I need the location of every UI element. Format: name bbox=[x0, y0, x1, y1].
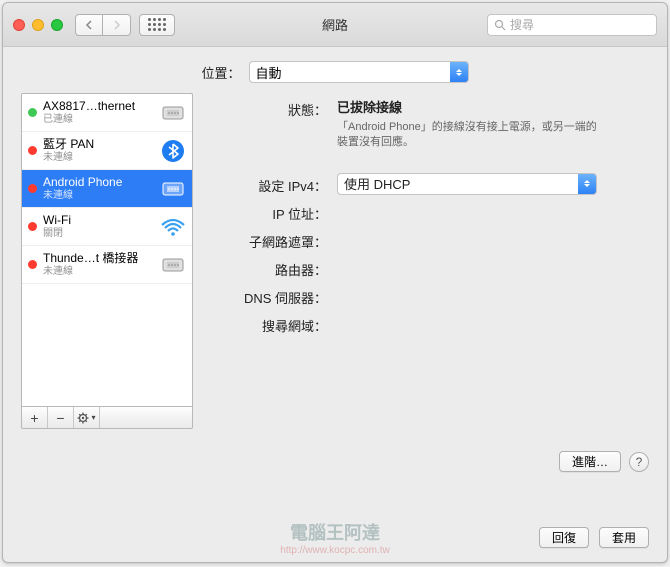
search-icon bbox=[494, 19, 506, 31]
watermark: 電腦王阿達 http://www.kocpc.com.tw bbox=[280, 519, 389, 556]
sidebar-item-thunderbolt-bridge[interactable]: Thunde…t 橋接器 未連線 bbox=[22, 246, 192, 284]
remove-interface-button[interactable]: − bbox=[48, 407, 74, 428]
main-area: AX8817…thernet 已連線 藍牙 PAN 未連線 bbox=[3, 93, 667, 429]
status-dot-icon bbox=[28, 108, 37, 117]
network-prefs-window: 網路 搜尋 位置： 自動 AX8817…thernet 已連線 bbox=[2, 2, 668, 563]
ethernet-icon bbox=[160, 252, 186, 278]
ethernet-icon bbox=[160, 176, 186, 202]
forward-button[interactable] bbox=[103, 14, 131, 36]
chevron-updown-icon bbox=[450, 62, 468, 82]
sidebar-item-ax8817[interactable]: AX8817…thernet 已連線 bbox=[22, 94, 192, 132]
revert-button[interactable]: 回復 bbox=[539, 527, 589, 548]
search-input[interactable]: 搜尋 bbox=[487, 14, 657, 36]
actions-menu-button[interactable] bbox=[74, 407, 100, 428]
close-icon[interactable] bbox=[13, 19, 25, 31]
nav-back-forward bbox=[75, 14, 131, 36]
advanced-button[interactable]: 進階… bbox=[559, 451, 621, 472]
ipv4-label: 設定 IPv4： bbox=[207, 173, 337, 195]
subnet-label: 子網路遮罩： bbox=[207, 229, 337, 251]
sidebar-item-bluetooth-pan[interactable]: 藍牙 PAN 未連線 bbox=[22, 132, 192, 170]
status-description: 「Android Phone」的接線沒有接上電源，或另一端的裝置沒有回應。 bbox=[337, 120, 597, 151]
location-row: 位置： 自動 bbox=[3, 47, 667, 93]
advanced-row: 進階… ? bbox=[3, 451, 667, 472]
ip-address-label: IP 位址： bbox=[207, 201, 337, 223]
location-label: 位置： bbox=[201, 63, 240, 82]
router-label: 路由器： bbox=[207, 257, 337, 279]
status-dot-icon bbox=[28, 260, 37, 269]
interface-list: AX8817…thernet 已連線 藍牙 PAN 未連線 bbox=[21, 93, 193, 407]
show-all-button[interactable] bbox=[139, 14, 175, 36]
location-select[interactable]: 自動 bbox=[249, 61, 469, 83]
sidebar-item-wifi[interactable]: Wi-Fi 關閉 bbox=[22, 208, 192, 246]
minimize-icon[interactable] bbox=[32, 19, 44, 31]
chevron-updown-icon bbox=[578, 174, 596, 194]
bluetooth-icon bbox=[160, 138, 186, 164]
status-dot-icon bbox=[28, 146, 37, 155]
ethernet-icon bbox=[160, 100, 186, 126]
status-value: 已拔除接線 bbox=[337, 97, 649, 116]
details-column: 狀態： 已拔除接線 「Android Phone」的接線沒有接上電源，或另一端的… bbox=[207, 93, 649, 429]
sidebar-footer: + − bbox=[21, 407, 193, 429]
apply-button[interactable]: 套用 bbox=[599, 527, 649, 548]
search-domain-label: 搜尋網域： bbox=[207, 313, 337, 335]
help-button[interactable]: ? bbox=[629, 452, 649, 472]
status-dot-icon bbox=[28, 222, 37, 231]
footer-buttons: 回復 套用 bbox=[521, 527, 667, 548]
add-interface-button[interactable]: + bbox=[22, 407, 48, 428]
back-button[interactable] bbox=[75, 14, 103, 36]
traffic-lights bbox=[13, 19, 63, 31]
dns-label: DNS 伺服器： bbox=[207, 285, 337, 307]
titlebar: 網路 搜尋 bbox=[3, 3, 667, 47]
zoom-icon[interactable] bbox=[51, 19, 63, 31]
sidebar-column: AX8817…thernet 已連線 藍牙 PAN 未連線 bbox=[21, 93, 193, 429]
wifi-icon bbox=[160, 214, 186, 240]
window-title: 網路 bbox=[322, 15, 348, 34]
ipv4-select[interactable]: 使用 DHCP bbox=[337, 173, 597, 195]
gear-icon bbox=[77, 412, 89, 424]
status-label: 狀態： bbox=[207, 97, 337, 119]
sidebar-item-android-phone[interactable]: Android Phone 未連線 bbox=[22, 170, 192, 208]
status-dot-icon bbox=[28, 184, 37, 193]
